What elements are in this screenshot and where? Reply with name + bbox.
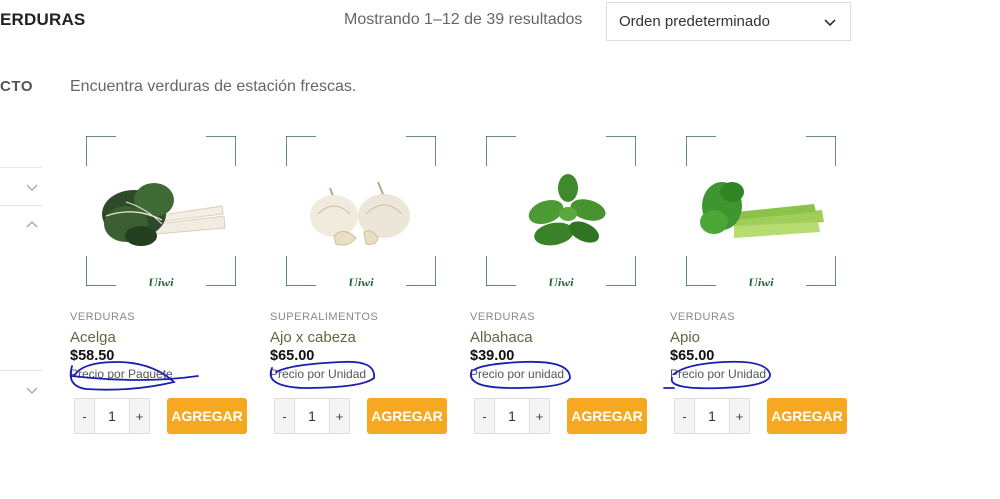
category-description: Encuentra verduras de estación frescas. xyxy=(70,78,357,95)
sidebar-heading: CTO xyxy=(0,78,34,95)
quantity-input[interactable]: 1 xyxy=(495,398,529,434)
results-count: Mostrando 1–12 de 39 resultados xyxy=(344,11,583,28)
product-unit-label: Precio por unidad xyxy=(470,367,565,381)
product-card: Uiwi VERDURAS Apio $65.00 Precio por Uni… xyxy=(663,132,850,442)
decrement-button[interactable]: - xyxy=(474,398,495,434)
chevron-down-icon[interactable] xyxy=(25,180,39,194)
product-category[interactable]: VERDURAS xyxy=(470,311,535,323)
product-unit-label: Precio por Unidad xyxy=(270,367,367,381)
quantity-input[interactable]: 1 xyxy=(295,398,329,434)
add-to-cart-button[interactable]: AGREGAR xyxy=(367,398,447,434)
sidebar-divider xyxy=(0,167,42,168)
quantity-input[interactable]: 1 xyxy=(95,398,129,434)
increment-button[interactable]: + xyxy=(129,398,150,434)
product-image[interactable]: Uiwi xyxy=(286,136,436,286)
chard-image: Uiwi xyxy=(86,136,236,286)
decrement-button[interactable]: - xyxy=(74,398,95,434)
product-category[interactable]: VERDURAS xyxy=(70,311,135,323)
product-price: $39.00 xyxy=(470,348,515,364)
basil-image: Uiwi xyxy=(486,136,636,286)
product-image[interactable]: Uiwi xyxy=(686,136,836,286)
product-name[interactable]: Albahaca xyxy=(470,329,533,346)
quantity-stepper: - 1 + xyxy=(74,398,150,434)
product-card: Uiwi SUPERALIMENTOS Ajo x cabeza $65.00 … xyxy=(269,132,450,442)
decrement-button[interactable]: - xyxy=(274,398,295,434)
celery-image: Uiwi xyxy=(686,136,836,286)
sort-value: Orden predeterminado xyxy=(619,13,770,30)
sort-dropdown[interactable]: Orden predeterminado xyxy=(606,2,851,41)
sidebar-divider xyxy=(0,370,42,371)
increment-button[interactable]: + xyxy=(529,398,550,434)
product-category[interactable]: VERDURAS xyxy=(670,311,735,323)
product-price: $65.00 xyxy=(270,348,315,364)
add-to-cart-button[interactable]: AGREGAR xyxy=(567,398,647,434)
brand-logo: Uiwi xyxy=(748,275,774,286)
decrement-button[interactable]: - xyxy=(674,398,695,434)
quantity-stepper: - 1 + xyxy=(674,398,750,434)
product-card: Uiwi VERDURAS Acelga $58.50 Precio por P… xyxy=(69,132,250,442)
quantity-input[interactable]: 1 xyxy=(695,398,729,434)
quantity-stepper: - 1 + xyxy=(274,398,350,434)
increment-button[interactable]: + xyxy=(729,398,750,434)
add-to-cart-button[interactable]: AGREGAR xyxy=(167,398,247,434)
chevron-down-icon[interactable] xyxy=(25,383,39,397)
brand-logo: Uiwi xyxy=(148,275,174,286)
product-name[interactable]: Ajo x cabeza xyxy=(270,329,356,346)
product-image[interactable]: Uiwi xyxy=(86,136,236,286)
shop-page: ERDURAS Mostrando 1–12 de 39 resultados … xyxy=(0,0,1000,499)
garlic-image: Uiwi xyxy=(286,136,436,286)
product-unit-label: Precio por Paquete xyxy=(70,367,173,381)
increment-button[interactable]: + xyxy=(329,398,350,434)
product-unit-label: Precio por Unidad xyxy=(670,367,767,381)
product-price: $65.00 xyxy=(670,348,715,364)
product-price: $58.50 xyxy=(70,348,115,364)
product-category[interactable]: SUPERALIMENTOS xyxy=(270,311,378,323)
product-card: Uiwi VERDURAS Albahaca $39.00 Precio por… xyxy=(469,132,650,442)
product-name[interactable]: Apio xyxy=(670,329,700,346)
chevron-down-icon xyxy=(824,18,836,26)
chevron-up-icon[interactable] xyxy=(25,217,39,231)
quantity-stepper: - 1 + xyxy=(474,398,550,434)
add-to-cart-button[interactable]: AGREGAR xyxy=(767,398,847,434)
product-name[interactable]: Acelga xyxy=(70,329,116,346)
sidebar-divider xyxy=(0,205,42,206)
category-title: ERDURAS xyxy=(0,10,86,29)
brand-logo: Uiwi xyxy=(348,275,374,286)
brand-logo: Uiwi xyxy=(548,275,574,286)
product-image[interactable]: Uiwi xyxy=(486,136,636,286)
